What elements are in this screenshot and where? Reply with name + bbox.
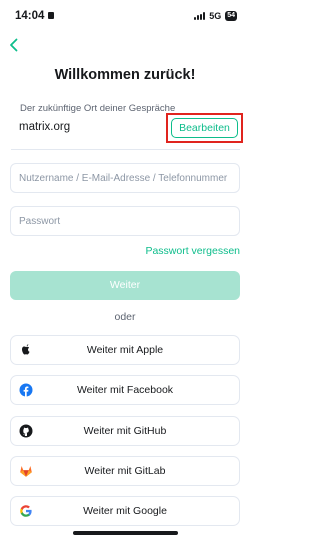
network-type: 5G xyxy=(209,11,222,21)
server-name: matrix.org xyxy=(19,121,71,133)
screen-recording-icon xyxy=(48,12,54,19)
sso-label: Weiter mit Facebook xyxy=(76,384,174,396)
status-time: 14:04 xyxy=(15,10,45,22)
edit-server-button[interactable]: Bearbeiten xyxy=(171,118,238,138)
battery-icon: 54 xyxy=(225,11,237,21)
password-input[interactable] xyxy=(10,206,240,236)
continue-button[interactable]: Weiter xyxy=(10,271,240,300)
status-indicators: 5G 54 xyxy=(194,11,237,21)
continue-with-apple-button[interactable]: Weiter mit Apple xyxy=(10,335,240,365)
sso-label: Weiter mit Apple xyxy=(86,344,164,356)
status-bar: 14:04 5G 54 xyxy=(0,0,250,32)
sso-label: Weiter mit GitHub xyxy=(83,425,167,437)
continue-with-facebook-button[interactable]: Weiter mit Facebook xyxy=(10,375,240,405)
divider xyxy=(11,149,240,150)
forgot-password-link[interactable]: Passwort vergessen xyxy=(145,245,240,257)
signal-icon xyxy=(194,12,206,20)
continue-with-github-button[interactable]: Weiter mit GitHub xyxy=(10,416,240,446)
back-button[interactable] xyxy=(7,36,21,54)
page-title: Willkommen zurück! xyxy=(54,67,196,83)
home-indicator xyxy=(73,531,178,535)
username-input[interactable] xyxy=(10,163,240,193)
continue-with-gitlab-button[interactable]: Weiter mit GitLab xyxy=(10,456,240,486)
sso-label: Weiter mit GitLab xyxy=(84,465,166,477)
continue-with-google-button[interactable]: Weiter mit Google xyxy=(10,496,240,526)
or-separator: oder xyxy=(114,311,136,323)
sso-label: Weiter mit Google xyxy=(83,505,167,517)
server-caption: Der zukünftige Ort deiner Gespräche xyxy=(20,103,176,114)
chevron-left-icon xyxy=(10,38,18,52)
